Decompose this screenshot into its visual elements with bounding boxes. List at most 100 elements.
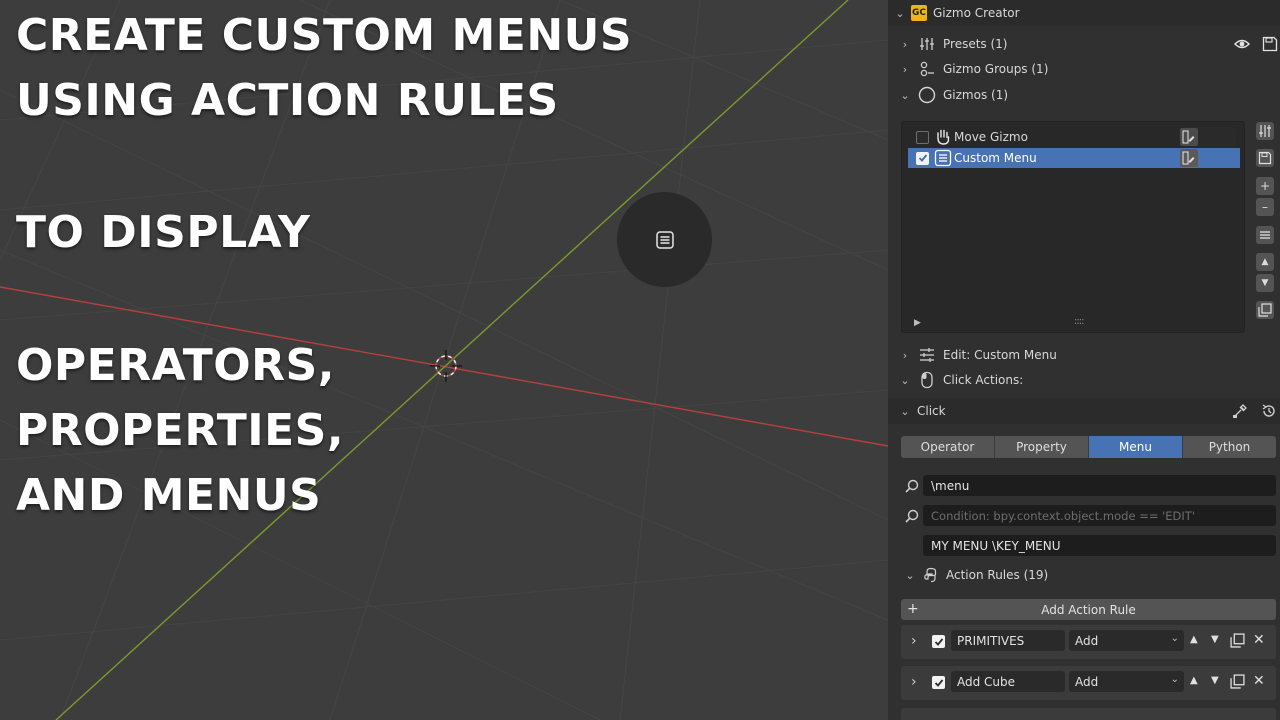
gizmos-section[interactable]: ⌄ Gizmos (1) <box>898 85 1278 105</box>
chevron-right-icon: › <box>902 348 908 362</box>
gizmo-groups-section[interactable]: › Gizmo Groups (1) <box>898 59 1278 79</box>
menu-icon <box>934 149 952 167</box>
eyedropper-icon[interactable] <box>1232 403 1248 422</box>
presets-label: Presets (1) <box>943 37 1008 51</box>
reset-icon[interactable] <box>1261 403 1277 422</box>
triangle-up-icon[interactable]: ▲ <box>1190 675 1198 686</box>
hand-icon <box>934 128 952 146</box>
triangle-down-icon[interactable]: ▼ <box>1211 634 1219 645</box>
move-down-button[interactable]: ▼ <box>1256 274 1274 292</box>
overlay-title-line2: USING ACTION RULES <box>16 75 559 126</box>
edit-gizmo-icon[interactable] <box>1180 149 1198 167</box>
rule-type-dropdown[interactable]: Add ⌄ <box>1069 671 1184 692</box>
sliders-icon <box>918 35 936 53</box>
gizmo-name: Custom Menu <box>954 151 1037 165</box>
chevron-right-icon[interactable]: › <box>911 674 917 690</box>
menu-icon <box>655 230 674 249</box>
save-preset-icon[interactable] <box>1262 36 1278 55</box>
chevron-down-icon: ⌄ <box>1170 633 1179 644</box>
duplicate-icon[interactable] <box>1230 633 1245 651</box>
move-up-button[interactable]: ▲ <box>1256 253 1274 271</box>
plus-icon: + <box>907 601 919 617</box>
gizmo-list[interactable]: Move Gizmo Custom Menu ▶ :::: <box>901 121 1245 333</box>
menu-search-field[interactable]: \menu <box>923 475 1276 496</box>
remove-gizmo-button[interactable]: – <box>1256 198 1274 216</box>
chevron-right-icon: › <box>902 62 908 76</box>
triangle-up-icon: ▲ <box>1261 257 1269 267</box>
overlay-title-line6: AND MENUS <box>16 470 322 521</box>
action-type-tabs: Operator Property Menu Python <box>901 436 1276 458</box>
chevron-down-icon: ⌄ <box>1170 674 1179 685</box>
chevron-right-icon: › <box>902 37 908 51</box>
list-item[interactable]: Move Gizmo <box>908 127 1240 147</box>
chevron-down-icon: ⌄ <box>900 404 910 418</box>
gizmo-creator-logo: GC <box>911 5 927 21</box>
list-item[interactable]: Custom Menu <box>908 148 1240 168</box>
add-action-rule-label: Add Action Rule <box>1041 602 1136 617</box>
tab-python[interactable]: Python <box>1183 436 1276 458</box>
gizmo-groups-icon <box>918 60 936 78</box>
add-action-rule-button[interactable]: Add Action Rule <box>901 599 1276 620</box>
chevron-down-icon: ⌄ <box>895 6 905 20</box>
gizmo-list-menu-button[interactable] <box>1256 226 1274 244</box>
save-gizmo-button[interactable] <box>1256 149 1274 167</box>
tab-operator[interactable]: Operator <box>901 436 995 458</box>
gizmos-label: Gizmos (1) <box>943 88 1009 102</box>
circle-icon <box>918 86 936 104</box>
gizmo-groups-label: Gizmo Groups (1) <box>943 62 1049 76</box>
3d-viewport[interactable]: CREATE CUSTOM MENUS USING ACTION RULES T… <box>0 0 888 720</box>
overlay-title-line1: CREATE CUSTOM MENUS <box>16 10 633 61</box>
gizmo-enable-checkbox[interactable] <box>916 130 929 144</box>
overlay-title-line4: OPERATORS, <box>16 340 335 391</box>
list-resize-grip[interactable]: :::: <box>1074 316 1085 327</box>
chevron-right-icon[interactable]: › <box>911 633 917 649</box>
rule-name-field[interactable]: PRIMITIVES <box>951 630 1065 651</box>
list-item: › PRIMITIVES Add ⌄ ▲ ▼ ✕ <box>901 625 1276 659</box>
list-item <box>901 708 1276 720</box>
hamburger-icon <box>1260 231 1270 239</box>
click-subsection[interactable]: ⌄ Click <box>898 401 1228 421</box>
action-rules-section[interactable]: ⌄ Action Rules (19) <box>903 565 1273 585</box>
rule-enable-checkbox[interactable] <box>932 635 945 648</box>
tab-property[interactable]: Property <box>995 436 1089 458</box>
close-icon[interactable]: ✕ <box>1253 673 1265 689</box>
chevron-down-icon: ⌄ <box>905 568 915 582</box>
duplicate-icon[interactable] <box>1230 674 1245 692</box>
menu-id-field[interactable]: MY MENU \KEY_MENU <box>923 535 1276 556</box>
panel-header-row[interactable]: ⌄ GC Gizmo Creator <box>893 3 1273 23</box>
rule-name-field[interactable]: Add Cube <box>951 671 1065 692</box>
chevron-down-icon: ⌄ <box>900 373 910 387</box>
mouse-icon <box>918 371 936 389</box>
triangle-down-icon: ▼ <box>1261 278 1269 288</box>
gizmo-settings-button[interactable] <box>1256 122 1274 140</box>
click-actions-section[interactable]: ⌄ Click Actions: <box>898 370 1278 390</box>
rule-type-value: Add <box>1075 674 1099 689</box>
list-item: › Add Cube Add ⌄ ▲ ▼ ✕ <box>901 666 1276 700</box>
duplicate-gizmo-button[interactable] <box>1256 301 1274 319</box>
search-icon <box>903 505 921 526</box>
python-icon <box>922 566 940 584</box>
condition-field[interactable] <box>923 505 1276 526</box>
search-icon <box>903 475 921 496</box>
rule-enable-checkbox[interactable] <box>932 676 945 689</box>
minus-icon: – <box>1262 200 1268 214</box>
action-rules-label: Action Rules (19) <box>946 568 1049 582</box>
triangle-down-icon[interactable]: ▼ <box>1211 675 1219 686</box>
eye-icon[interactable] <box>1234 37 1250 54</box>
edit-section[interactable]: › Edit: Custom Menu <box>898 345 1278 365</box>
close-icon[interactable]: ✕ <box>1253 632 1265 648</box>
presets-section[interactable]: › Presets (1) <box>898 34 1278 54</box>
edit-gizmo-icon[interactable] <box>1180 128 1198 146</box>
overlay-title-line5: PROPERTIES, <box>16 405 345 456</box>
tab-menu[interactable]: Menu <box>1089 436 1183 458</box>
click-actions-label: Click Actions: <box>943 373 1024 387</box>
rule-type-dropdown[interactable]: Add ⌄ <box>1069 630 1184 651</box>
list-filter-toggle-icon[interactable]: ▶ <box>914 318 921 328</box>
gizmo-enable-checkbox[interactable] <box>916 151 929 165</box>
triangle-up-icon[interactable]: ▲ <box>1190 634 1198 645</box>
custom-menu-gizmo[interactable] <box>617 192 712 287</box>
add-gizmo-button[interactable]: + <box>1256 177 1274 195</box>
edit-section-label: Edit: Custom Menu <box>943 348 1057 362</box>
overlay-title-line3: TO DISPLAY <box>16 207 311 258</box>
duplicate-icon <box>1258 303 1272 317</box>
